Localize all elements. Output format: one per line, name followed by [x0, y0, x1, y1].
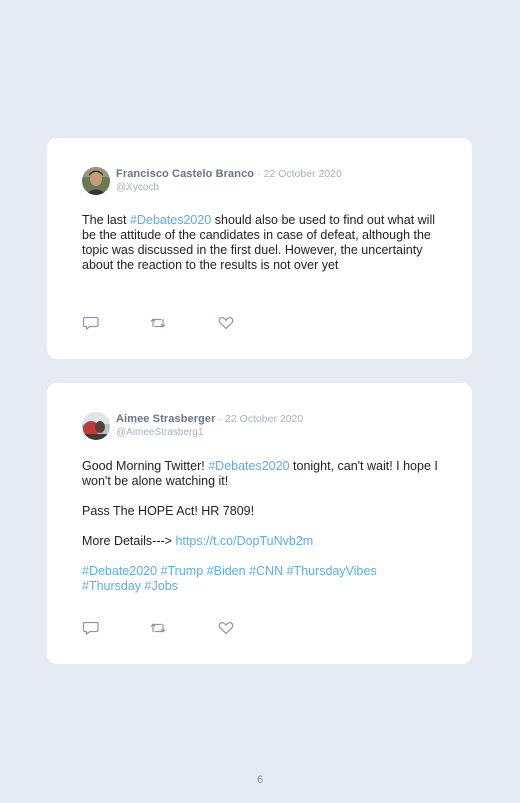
hashtag-link[interactable]: #CNN — [249, 564, 283, 578]
avatar[interactable] — [82, 412, 110, 440]
text-segment: More Details---> — [82, 534, 172, 548]
tweet-paragraph: More Details---> https://t.co/DopTuNvb2m — [82, 534, 442, 549]
retweet-icon[interactable] — [149, 315, 167, 331]
tweet-paragraph: The last #Debates2020 should also be use… — [82, 213, 442, 273]
author-handle[interactable]: @Xycocb — [116, 181, 446, 194]
tweet-paragraph: Pass The HOPE Act! HR 7809! — [82, 504, 255, 518]
hashtag-link[interactable]: #Thursday — [82, 579, 141, 593]
like-icon[interactable] — [217, 315, 235, 331]
text-segment: The last — [82, 213, 130, 227]
like-icon[interactable] — [217, 620, 235, 636]
hashtag-link[interactable]: #Debates2020 — [130, 213, 211, 227]
separator: · — [257, 169, 261, 180]
separator: · — [218, 414, 222, 425]
tweet-card: Francisco Castelo Branco · 22 October 20… — [47, 138, 472, 359]
hashtag-link[interactable]: #Trump — [161, 564, 204, 578]
author-handle[interactable]: @AimeeStrasberg1 — [116, 426, 446, 439]
tweet-meta: Aimee Strasberger · 22 October 2020 @Aim… — [116, 413, 446, 439]
tweet-header: Aimee Strasberger · 22 October 2020 @Aim… — [82, 411, 442, 441]
avatar[interactable] — [82, 167, 110, 195]
reply-icon[interactable] — [82, 315, 100, 331]
tweet-date[interactable]: 22 October 2020 — [264, 168, 342, 180]
url-link[interactable]: https://t.co/DopTuNvb2m — [175, 534, 313, 548]
tweet-paragraph: Good Morning Twitter! #Debates2020 tonig… — [82, 459, 442, 489]
tweet-header: Francisco Castelo Branco · 22 October 20… — [82, 166, 442, 196]
page-number: 6 — [256, 774, 264, 786]
hashtag-link[interactable]: #Jobs — [145, 579, 178, 593]
tweet-date[interactable]: 22 October 2020 — [225, 413, 303, 425]
tweet-card: Aimee Strasberger · 22 October 2020 @Aim… — [47, 383, 472, 664]
tweet-text: The last #Debates2020 should also be use… — [82, 213, 442, 273]
tweet-actions — [82, 620, 252, 636]
author-name[interactable]: Aimee Strasberger — [116, 413, 216, 425]
author-name[interactable]: Francisco Castelo Branco — [116, 168, 254, 180]
hashtag-list: #Debate2020 #Trump #Biden #CNN #Thursday… — [82, 564, 442, 594]
hashtag-link[interactable]: #ThursdayVibes — [287, 564, 377, 578]
reply-icon[interactable] — [82, 620, 100, 636]
text-segment: Good Morning Twitter! — [82, 459, 209, 473]
tweet-actions — [82, 315, 252, 331]
hashtag-link[interactable]: #Debates2020 — [208, 459, 289, 473]
retweet-icon[interactable] — [149, 620, 167, 636]
tweet-meta: Francisco Castelo Branco · 22 October 20… — [116, 168, 446, 194]
hashtag-link[interactable]: #Debate2020 — [82, 564, 157, 578]
tweet-text: Good Morning Twitter! #Debates2020 tonig… — [82, 459, 442, 594]
hashtag-link[interactable]: #Biden — [207, 564, 246, 578]
